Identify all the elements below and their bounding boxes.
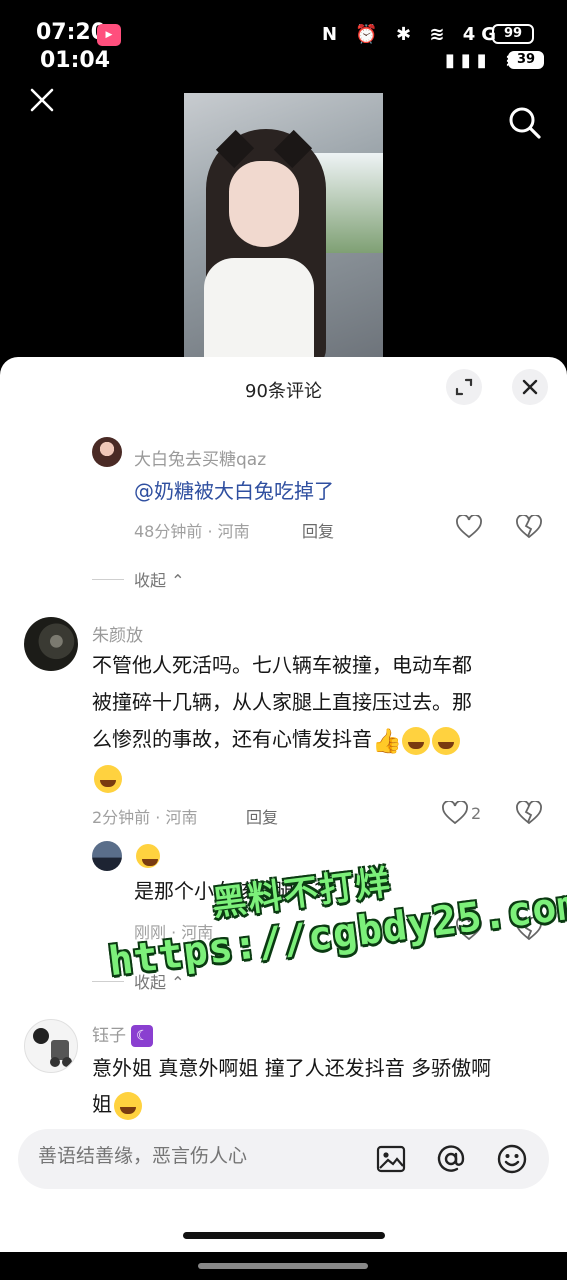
avatar[interactable]	[92, 841, 122, 871]
comment-mention[interactable]: @奶糖被大白兔吃掉了	[134, 473, 334, 510]
laughing-emoji-icon	[402, 726, 430, 755]
battery-secondary-icon: 39	[508, 51, 544, 69]
status-bar: 07:20 ▶ 01:04 N ⏰ ✱ ≋ 4G 99 ▮▮▮ ≋ 39	[0, 0, 567, 80]
collapse-button[interactable]: 收起 ⌃	[134, 969, 185, 993]
comment-emoji-line	[92, 759, 122, 796]
shirt-shape	[204, 258, 314, 360]
like-icon[interactable]	[456, 515, 482, 539]
dislike-icon[interactable]	[516, 917, 542, 941]
dislike-icon[interactable]	[516, 801, 542, 825]
video-preview-image[interactable]	[184, 93, 383, 360]
search-icon[interactable]	[508, 106, 542, 140]
divider	[92, 981, 124, 982]
crescent-badge-icon: ☾	[131, 1025, 154, 1047]
thinking-emoji-icon	[136, 844, 160, 868]
comment-input[interactable]	[38, 1146, 338, 1168]
reply-user-emoji	[134, 844, 160, 868]
comment-input-bar	[18, 1129, 549, 1189]
reply-meta: 刚刚 · 河南	[134, 923, 214, 942]
comment-text-line: 意外姐 真意外啊姐 撞了人还发抖音 多骄傲啊	[92, 1056, 492, 1080]
reply-text: 是那个小女孩的腿不?	[134, 879, 325, 903]
laughing-emoji-icon	[432, 726, 460, 755]
chevron-up-icon: ⌃	[171, 973, 185, 992]
comment-text-segment: 么惨烈的事故，还有心情发抖音	[92, 727, 372, 751]
like-count: 2	[471, 804, 482, 823]
comment-text-line: 被撞碎十几辆，从人家腿上直接压过去。那	[92, 690, 472, 714]
collapse-label: 收起	[134, 571, 167, 590]
laughing-emoji-icon	[94, 764, 122, 793]
dislike-icon[interactable]	[516, 515, 542, 539]
comment-text-line: 姐	[92, 1086, 142, 1123]
comments-sheet: 90条评论 · · · · · · · · 大白兔去买糖qaz @奶糖被大白兔吃…	[0, 357, 567, 1280]
status-time: 07:20	[36, 20, 107, 45]
system-nav-strip	[0, 1252, 567, 1280]
expand-icon[interactable]	[446, 369, 482, 405]
status-time-secondary: 01:04	[40, 48, 111, 73]
bilibili-app-icon: ▶	[97, 24, 121, 46]
collapse-button[interactable]: 收起 ⌃	[134, 567, 185, 591]
divider	[92, 579, 124, 580]
system-icons: N ⏰ ✱ ≋ 4G	[322, 24, 503, 45]
collapse-label: 收起	[134, 973, 167, 992]
comment-meta: 2分钟前 · 河南	[92, 808, 198, 827]
close-comments-icon[interactable]	[512, 369, 548, 405]
avatar[interactable]	[24, 617, 78, 671]
emoji-icon[interactable]	[497, 1144, 527, 1174]
image-icon[interactable]	[376, 1145, 406, 1173]
comment-username-text: 钰子	[92, 1026, 126, 1046]
like-icon[interactable]	[442, 801, 468, 825]
battery-icon: 99	[492, 24, 534, 44]
thumbs-up-emoji-icon: 👍	[372, 726, 402, 755]
home-indicator	[183, 1232, 385, 1239]
mention-at-icon[interactable]	[436, 1144, 466, 1174]
avatar[interactable]	[92, 437, 122, 467]
comment-username[interactable]: 大白兔去买糖qaz	[134, 445, 266, 470]
comment-username[interactable]: 钰子 ☾	[92, 1021, 154, 1047]
system-home-indicator	[198, 1263, 368, 1269]
like-icon[interactable]	[456, 917, 482, 941]
close-video-icon[interactable]	[28, 86, 56, 114]
comment-meta: 48分钟前 · 河南	[134, 522, 250, 541]
avatar[interactable]	[24, 1019, 78, 1073]
comment-text-line: 么惨烈的事故，还有心情发抖音👍	[92, 721, 460, 758]
comment-text-segment: 姐	[92, 1092, 112, 1116]
reply-button[interactable]: 回复	[246, 804, 278, 828]
comment-text-line: 不管他人死活吗。七八辆车被撞，电动车都	[92, 653, 472, 677]
laughing-emoji-icon	[114, 1091, 142, 1120]
clipped-comment-meta: · · · · · · · ·	[134, 405, 201, 413]
face-shape	[229, 161, 299, 247]
reply-button[interactable]: 回复	[302, 518, 334, 542]
chevron-up-icon: ⌃	[171, 571, 185, 590]
comment-username[interactable]: 朱颜放	[92, 621, 143, 646]
